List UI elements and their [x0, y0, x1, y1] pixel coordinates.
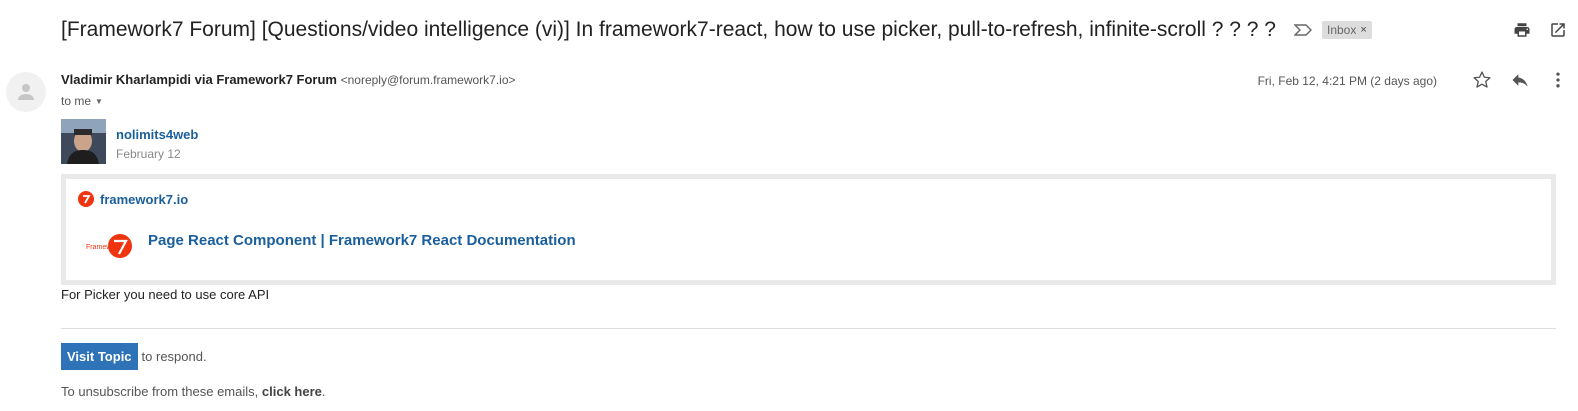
- link-preview-source: framework7.io: [78, 191, 188, 207]
- recipient-details-toggle[interactable]: to me ▼: [61, 94, 103, 108]
- star-icon[interactable]: [1472, 70, 1492, 90]
- thread-actions: [1512, 20, 1568, 40]
- link-preview-card: framework7.io Framework Page React Compo…: [61, 174, 1556, 285]
- link-preview-title[interactable]: Page React Component | Framework7 React …: [148, 232, 576, 249]
- post-body-text: For Picker you need to use core API: [61, 287, 270, 302]
- recipient-text: to me: [61, 94, 92, 108]
- chevron-down-icon[interactable]: ▼: [95, 97, 103, 106]
- post-author-avatar: [61, 119, 106, 164]
- unsubscribe-suffix: .: [321, 384, 326, 399]
- email-subject: [Framework7 Forum] [Questions/video inte…: [61, 18, 1276, 41]
- post-author-name[interactable]: nolimits4web: [116, 127, 198, 142]
- important-marker-icon[interactable]: [1293, 23, 1314, 37]
- visit-topic-row: Visit Topic to respond.: [61, 343, 207, 370]
- unsubscribe-link[interactable]: click here: [262, 384, 322, 399]
- unsubscribe-prefix: To unsubscribe from these emails,: [61, 384, 259, 399]
- inbox-label-chip: Inbox ×: [1321, 21, 1372, 39]
- sender-name[interactable]: Vladimir Kharlampidi via Framework7 Foru…: [61, 72, 337, 87]
- visit-topic-suffix: to respond.: [141, 349, 207, 364]
- sender-email: <noreply@forum.framework7.io>: [340, 73, 516, 87]
- link-preview-thumbnail[interactable]: Framework: [85, 231, 135, 261]
- divider: [61, 328, 1556, 329]
- remove-label-icon[interactable]: ×: [1360, 24, 1366, 36]
- sender-line: Vladimir Kharlampidi via Framework7 Foru…: [61, 72, 516, 87]
- print-icon[interactable]: [1512, 20, 1532, 40]
- open-new-window-icon[interactable]: [1548, 20, 1568, 40]
- message-actions: [1472, 70, 1568, 90]
- reply-icon[interactable]: [1510, 70, 1530, 90]
- more-vert-icon[interactable]: [1548, 70, 1568, 90]
- post-date: February 12: [116, 147, 181, 161]
- framework7-logo-icon: [78, 191, 94, 207]
- subject-row: [Framework7 Forum] [Questions/video inte…: [61, 14, 1578, 46]
- default-avatar-icon[interactable]: [6, 72, 46, 112]
- thumb-wordmark: Framework: [86, 244, 122, 251]
- visit-topic-button[interactable]: Visit Topic: [61, 343, 138, 370]
- unsubscribe-line: To unsubscribe from these emails, click …: [61, 384, 326, 399]
- source-link[interactable]: framework7.io: [100, 192, 188, 207]
- inbox-label-text: Inbox: [1326, 23, 1357, 37]
- message-date: Fri, Feb 12, 4:21 PM (2 days ago): [1257, 74, 1437, 88]
